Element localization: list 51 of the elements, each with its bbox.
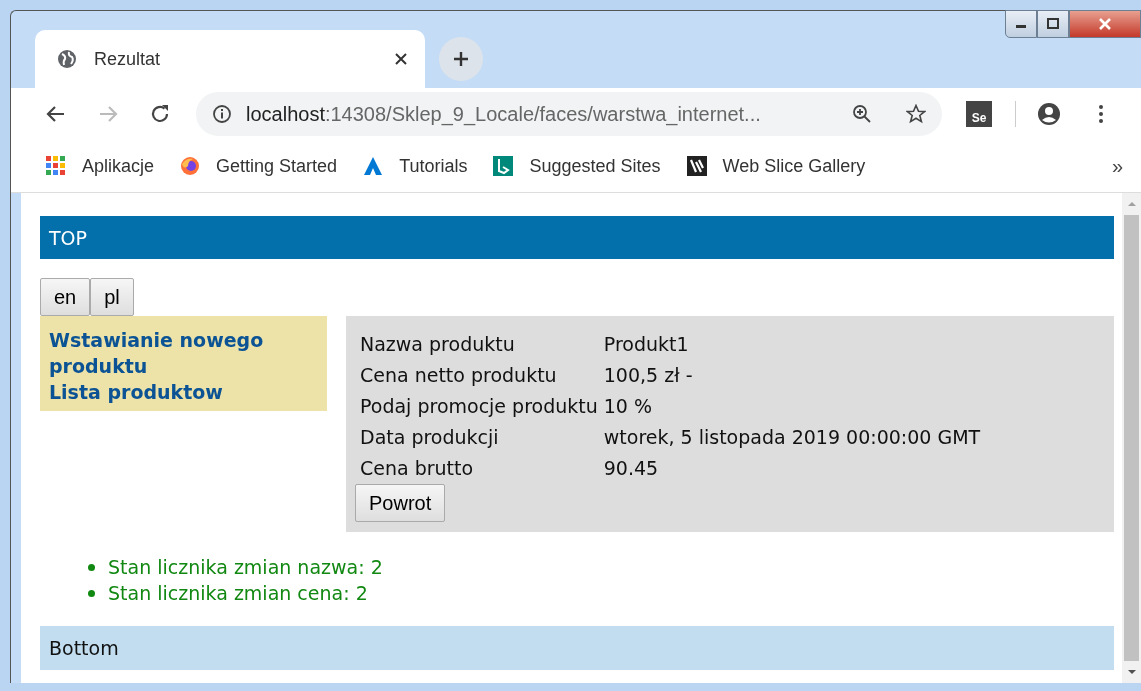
url-text: localhost:14308/Sklep_9_Locale/faces/warstwa_internet... [246,102,762,126]
field-value: 10 % [603,394,654,419]
more-bookmarks-button[interactable]: » [1107,154,1127,178]
field-label: Cena netto produktu [360,363,558,388]
address-bar[interactable]: localhost:14308/Sklep_9_Locale/faces/warstwa_internet... [196,92,943,136]
language-button[interactable]: pl [90,278,134,316]
bullet-icon [88,563,95,571]
language-button[interactable]: en [40,278,91,316]
profile-icon[interactable] [1037,102,1061,126]
back-button[interactable]: Powrot [355,484,446,522]
field-label: Cena brutto [360,456,475,481]
close-window-button[interactable] [1069,10,1141,38]
field-value: 100,5 zł - [603,363,694,388]
bottom-banner: Bottom [40,626,1114,670]
globe-icon [57,49,77,69]
close-icon [1097,18,1113,30]
scroll-down-icon[interactable] [1126,669,1137,675]
bookmark-item[interactable]: Web Slice Gallery [686,155,866,177]
menu-link[interactable]: Lista produktow [49,379,318,405]
minimize-button[interactable] [1005,10,1037,38]
bookmark-item[interactable]: Suggested Sites [493,155,661,177]
field-label: Podaj promocje produktu [360,394,598,419]
maximize-icon [1046,18,1060,30]
zoom-icon[interactable] [852,104,873,124]
status-message: Stan licznika zmian nazwa: 2 [108,555,383,580]
fox-globe-icon [180,156,201,176]
web-slice-icon [686,156,707,176]
scrollbar[interactable] [1122,193,1141,683]
maximize-button[interactable] [1037,10,1069,38]
close-icon[interactable] [393,51,409,67]
bing-icon [493,156,514,176]
bookmark-item[interactable]: Getting Started [180,155,338,177]
field-value: Produkt1 [603,332,690,357]
extension-button[interactable]: Se [966,101,992,127]
top-banner: TOP [40,216,1114,259]
field-label: Nazwa produktu [360,332,516,357]
menu-link[interactable]: Wstawianie nowego produktu [49,327,318,379]
bullet-icon [88,589,95,597]
field-value: wtorek, 5 listopada 2019 00:00:00 GMT [603,425,982,450]
info-icon [212,104,232,124]
plus-icon [453,51,469,67]
bookmark-item[interactable]: Tutorials [363,155,468,177]
status-message: Stan licznika zmian cena: 2 [108,581,368,606]
browser-tab[interactable]: Rezultat [35,30,425,88]
star-icon[interactable] [906,104,927,124]
field-label: Data produkcji [360,425,500,450]
field-value: 90.45 [603,456,660,481]
apps-grid-icon [46,156,66,176]
triangle-logo-icon [363,156,384,176]
new-tab-button[interactable] [439,37,483,81]
bookmark-item[interactable]: Aplikacje [46,155,155,177]
